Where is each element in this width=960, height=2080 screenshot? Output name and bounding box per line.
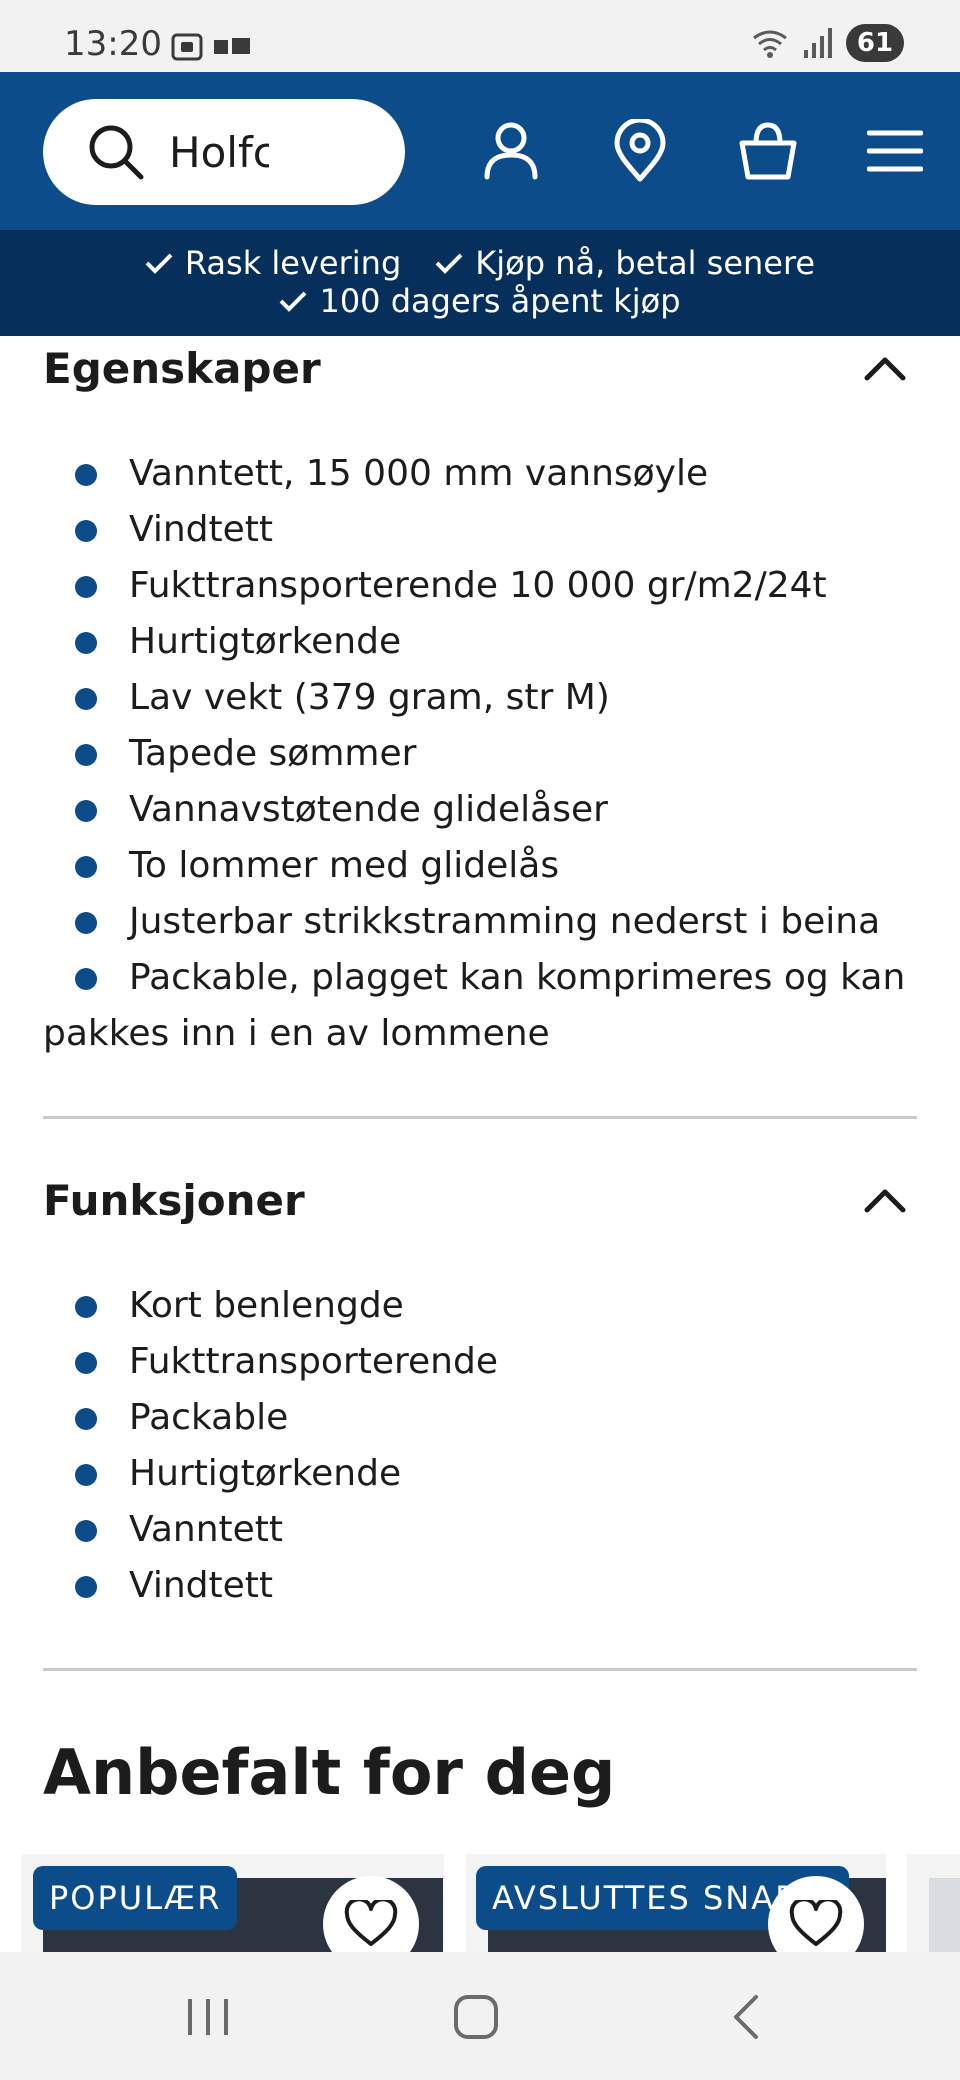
account-icon[interactable] <box>476 116 546 186</box>
list-item: Packable, plagget kan komprimeres og kan… <box>43 950 917 1062</box>
cart-icon[interactable] <box>733 116 803 186</box>
product-card[interactable] <box>907 1854 960 1954</box>
list-item: Tapede sømmer <box>43 726 917 782</box>
functions-section: Funksjoner Kort benlengde Fukttransporte… <box>43 1176 917 1614</box>
search-box[interactable] <box>43 99 405 205</box>
features-list: Vanntett, 15 000 mm vannsøyle Vindtett F… <box>43 446 917 1062</box>
section-title: Funksjoner <box>43 1176 305 1225</box>
screenshot-icon <box>171 33 203 61</box>
list-item: Fukttransporterende <box>43 1334 917 1390</box>
list-item: Kort benlengde <box>43 1278 917 1334</box>
list-item: Fukttransporterende 10 000 gr/m2/24t <box>43 558 917 614</box>
store-location-icon[interactable] <box>605 116 675 186</box>
list-item: Lav vekt (379 gram, str M) <box>43 670 917 726</box>
status-left-icons <box>170 32 250 62</box>
features-section: Egenskaper Vanntett, 15 000 mm vannsøyle… <box>43 344 917 1062</box>
heart-icon[interactable] <box>344 1900 398 1948</box>
functions-list: Kort benlengde Fukttransporterende Packa… <box>43 1278 917 1614</box>
features-header[interactable]: Egenskaper <box>43 344 917 400</box>
home-icon[interactable] <box>436 1982 516 2052</box>
list-item: Hurtigtørkende <box>43 614 917 670</box>
site-header <box>0 72 960 230</box>
product-image[interactable] <box>929 1878 960 1954</box>
search-icon[interactable] <box>87 123 145 181</box>
divider <box>43 1116 917 1119</box>
usp-item: Kjøp nå, betal senere <box>435 244 815 282</box>
list-item: Packable <box>43 1390 917 1446</box>
usp-item: Rask levering <box>145 244 401 282</box>
wifi-icon <box>753 30 787 58</box>
checkmark-icon <box>145 253 173 274</box>
system-nav-bar <box>0 1952 960 2080</box>
chevron-up-icon[interactable] <box>863 354 907 382</box>
product-card[interactable]: POPULÆR <box>21 1854 444 1954</box>
usp-text: Rask levering <box>184 244 402 282</box>
checkmark-icon <box>280 291 307 312</box>
list-item: Hurtigtørkende <box>43 1446 917 1502</box>
checkmark-icon <box>435 253 463 274</box>
usp-bar: Rask levering Kjøp nå, betal senere 100 … <box>0 230 960 336</box>
status-time: 13:20 <box>64 24 162 64</box>
signal-icon <box>804 28 832 58</box>
usp-text: 100 dagers åpent kjøp <box>319 282 681 320</box>
status-right-icons: 61 <box>750 24 904 62</box>
list-item: Vindtett <box>43 1558 917 1614</box>
chevron-up-icon[interactable] <box>863 1186 907 1214</box>
divider <box>43 1668 917 1671</box>
list-item: Vanntett, 15 000 mm vannsøyle <box>43 446 917 502</box>
list-item: Vindtett <box>43 502 917 558</box>
list-item: Vannavstøtende glidelåser <box>43 782 917 838</box>
heart-icon[interactable] <box>789 1900 843 1948</box>
back-icon[interactable] <box>706 1982 786 2052</box>
section-title: Egenskaper <box>43 344 321 393</box>
list-item: Vanntett <box>43 1502 917 1558</box>
usp-text: Kjøp nå, betal senere <box>475 244 816 282</box>
recent-apps-icon[interactable] <box>168 1982 248 2052</box>
usp-item: 100 dagers åpent kjøp <box>279 282 681 320</box>
recommended-title: Anbefalt for deg <box>43 1736 616 1809</box>
list-item: Justerbar strikkstramming nederst i bein… <box>43 894 917 950</box>
product-card[interactable]: AVSLUTTES SNART! <box>466 1854 886 1954</box>
menu-icon[interactable] <box>860 116 930 186</box>
list-item: To lommer med glidelås <box>43 838 917 894</box>
functions-header[interactable]: Funksjoner <box>43 1176 917 1232</box>
notification-icon <box>214 38 250 54</box>
battery-icon: 61 <box>846 24 904 62</box>
status-bar: 13:20 61 <box>0 0 960 72</box>
search-input[interactable] <box>169 127 269 177</box>
status-badge: POPULÆR <box>33 1866 238 1930</box>
